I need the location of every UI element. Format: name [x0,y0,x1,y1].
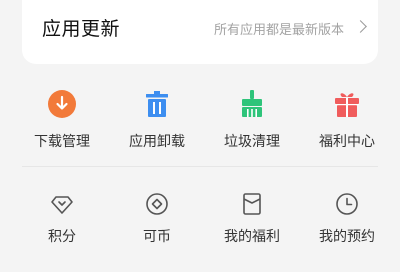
benefit-label: 我的福利 [224,229,280,245]
app-update-card[interactable]: 应用更新 所有应用都是最新版本 [22,0,378,64]
tool-welfare-center[interactable]: 福利中心 [302,86,392,158]
benefit-row: 积分 可币 我的福利 我的预约 [0,190,400,252]
app-update-title: 应用更新 [42,18,121,40]
tool-label: 应用卸载 [129,134,185,150]
divider [22,166,378,167]
app-manager-page: 应用更新 所有应用都是最新版本 下载管理 应用卸载 垃圾清理 福利中心 积分 可… [0,0,400,272]
trash-icon [146,91,168,117]
chevron-right-icon [354,20,367,33]
tool-row: 下载管理 应用卸载 垃圾清理 福利中心 [0,86,400,158]
tool-download-manager[interactable]: 下载管理 [17,86,107,158]
benefit-my-reservations[interactable]: 我的预约 [302,190,392,252]
benefit-my-welfare[interactable]: 我的福利 [207,190,297,252]
benefit-points[interactable]: 积分 [17,190,107,252]
clock-icon [336,193,358,215]
benefit-label: 积分 [48,229,76,245]
tool-label: 下载管理 [34,134,90,150]
envelope-icon [243,193,261,215]
benefit-label: 可币 [143,229,171,245]
diamond-icon [51,196,73,214]
coin-icon [146,193,168,215]
benefit-label: 我的预约 [319,229,375,245]
gift-icon [335,93,359,117]
benefit-coins[interactable]: 可币 [112,190,202,252]
broom-icon [242,90,262,117]
tool-junk-clean[interactable]: 垃圾清理 [207,86,297,158]
tool-app-uninstall[interactable]: 应用卸载 [112,86,202,158]
tool-label: 垃圾清理 [224,134,280,150]
tool-label: 福利中心 [319,134,375,150]
app-update-status: 所有应用都是最新版本 [213,23,344,38]
download-icon [48,90,76,118]
